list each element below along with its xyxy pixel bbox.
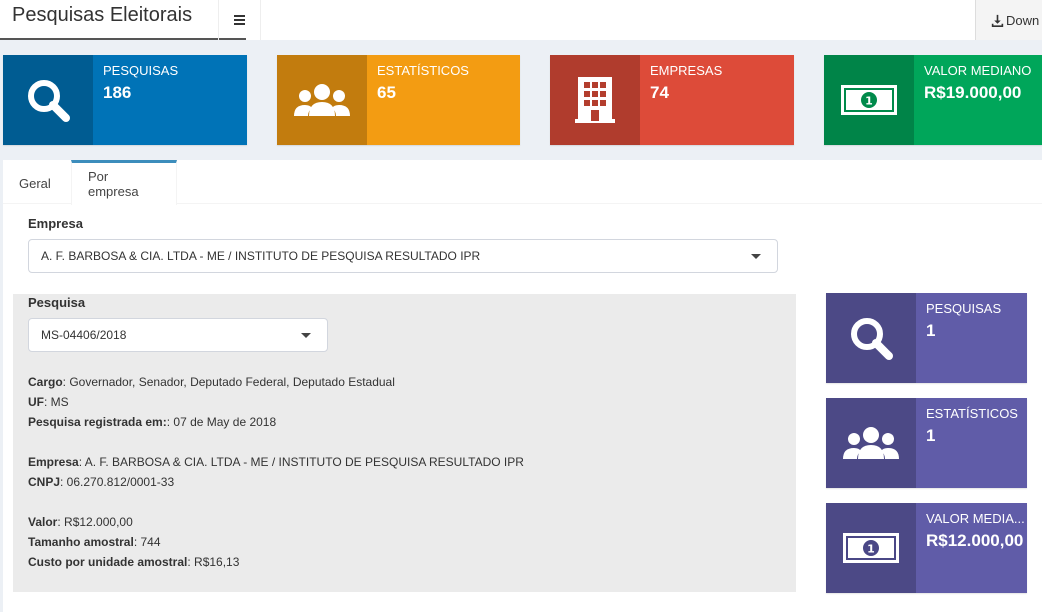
stat-label: VALOR MEDIANO	[924, 63, 1032, 78]
valor-info-block: Valor: R$12.000,00 Tamanho amostral: 744…	[28, 512, 239, 572]
registrada-label: Pesquisa registrada em:	[28, 415, 167, 429]
valor-line: Valor: R$12.000,00	[28, 512, 239, 532]
stat-value: 186	[103, 83, 132, 102]
tamanho-line: Tamanho amostral: 744	[28, 532, 239, 552]
stat-box-pesquisas: PESQUISAS 186	[3, 55, 247, 145]
empresa-selected-value: A. F. BARBOSA & CIA. LTDA - ME / INSTITU…	[41, 249, 481, 263]
stat-label: VALOR MEDIA...	[926, 511, 1025, 526]
svg-text:1: 1	[867, 543, 875, 556]
download-label: Down	[1006, 12, 1040, 28]
empresa-info-label: Empresa	[28, 455, 79, 469]
valor-value: : R$12.000,00	[57, 515, 133, 529]
pesquisa-select[interactable]: MS-04406/2018	[28, 318, 328, 352]
stat-value: R$19.000,00	[924, 83, 1022, 102]
cargo-label: Cargo	[28, 375, 63, 389]
uf-value: : MS	[44, 395, 69, 409]
tab-geral[interactable]: Geral	[3, 163, 67, 204]
sidebar-toggle-button[interactable]	[218, 0, 261, 40]
search-icon	[826, 293, 916, 383]
empresa-info-value: : A. F. BARBOSA & CIA. LTDA - ME / INSTI…	[78, 455, 524, 469]
empresa-label: Empresa	[28, 216, 83, 231]
stat-value: 74	[650, 83, 669, 102]
registrada-value: : 07 de May de 2018	[166, 415, 277, 429]
registrada-line: Pesquisa registrada em:: 07 de May de 20…	[28, 412, 395, 432]
svg-text:1: 1	[865, 95, 873, 108]
tab-por-empresa[interactable]: Por empresa	[71, 160, 177, 205]
cargo-value: : Governador, Senador, Deputado Federal,…	[62, 375, 395, 389]
stat-label: EMPRESAS	[650, 63, 723, 78]
stat-box-empresas: EMPRESAS 74	[550, 55, 794, 145]
stat-value: 1	[926, 426, 936, 445]
chevron-down-icon	[751, 254, 761, 259]
download-icon	[991, 14, 1004, 27]
side-stat-box-valor-mediano: 1 VALOR MEDIA... R$12.000,00	[826, 503, 1027, 593]
brand-title[interactable]: Pesquisas Eleitorais	[0, 0, 246, 40]
cnpj-line: CNPJ: 06.270.812/0001-33	[28, 472, 524, 492]
download-button[interactable]: Down	[975, 0, 1042, 40]
users-icon	[826, 398, 916, 488]
stat-box-estatisticos: ESTATÍSTICOS 65	[277, 55, 520, 145]
stat-value: 1	[926, 321, 936, 340]
search-icon	[3, 55, 93, 145]
pesquisa-info-block: Cargo: Governador, Senador, Deputado Fed…	[28, 372, 395, 432]
pesquisa-selected-value: MS-04406/2018	[41, 328, 127, 342]
stat-label: ESTATÍSTICOS	[926, 406, 1018, 421]
tab-bar: Geral Por empresa	[3, 160, 1042, 205]
chevron-down-icon	[301, 333, 311, 338]
side-stat-box-estatisticos: ESTATÍSTICOS 1	[826, 398, 1027, 488]
hamburger-icon	[234, 13, 245, 27]
money-icon: 1	[826, 503, 916, 593]
empresa-info-block: Empresa: A. F. BARBOSA & CIA. LTDA - ME …	[28, 452, 524, 492]
stat-value: 65	[377, 83, 396, 102]
uf-line: UF: MS	[28, 392, 395, 412]
custo-label: Custo por unidade amostral	[28, 555, 188, 569]
empresa-line: Empresa: A. F. BARBOSA & CIA. LTDA - ME …	[28, 452, 524, 472]
stat-value: R$12.000,00	[926, 531, 1024, 550]
cnpj-label: CNPJ	[28, 475, 61, 489]
tamanho-label: Tamanho amostral	[28, 535, 134, 549]
building-icon	[550, 55, 640, 145]
valor-label: Valor	[28, 515, 58, 529]
side-stat-box-pesquisas: PESQUISAS 1	[826, 293, 1027, 383]
stat-label: ESTATÍSTICOS	[377, 63, 469, 78]
tamanho-value: : 744	[133, 535, 161, 549]
uf-label: UF	[28, 395, 44, 409]
stat-label: PESQUISAS	[103, 63, 179, 78]
money-icon: 1	[824, 55, 914, 145]
stat-label: PESQUISAS	[926, 301, 1002, 316]
custo-line: Custo por unidade amostral: R$16,13	[28, 552, 239, 572]
stat-box-valor-mediano: 1 VALOR MEDIANO R$19.000,00	[824, 55, 1042, 145]
cnpj-value: : 06.270.812/0001-33	[60, 475, 175, 489]
top-navbar: Pesquisas Eleitorais Down	[0, 0, 1042, 40]
empresa-select[interactable]: A. F. BARBOSA & CIA. LTDA - ME / INSTITU…	[28, 239, 778, 273]
cargo-line: Cargo: Governador, Senador, Deputado Fed…	[28, 372, 395, 392]
users-icon	[277, 55, 367, 145]
custo-value: : R$16,13	[187, 555, 240, 569]
pesquisa-label: Pesquisa	[28, 295, 86, 310]
